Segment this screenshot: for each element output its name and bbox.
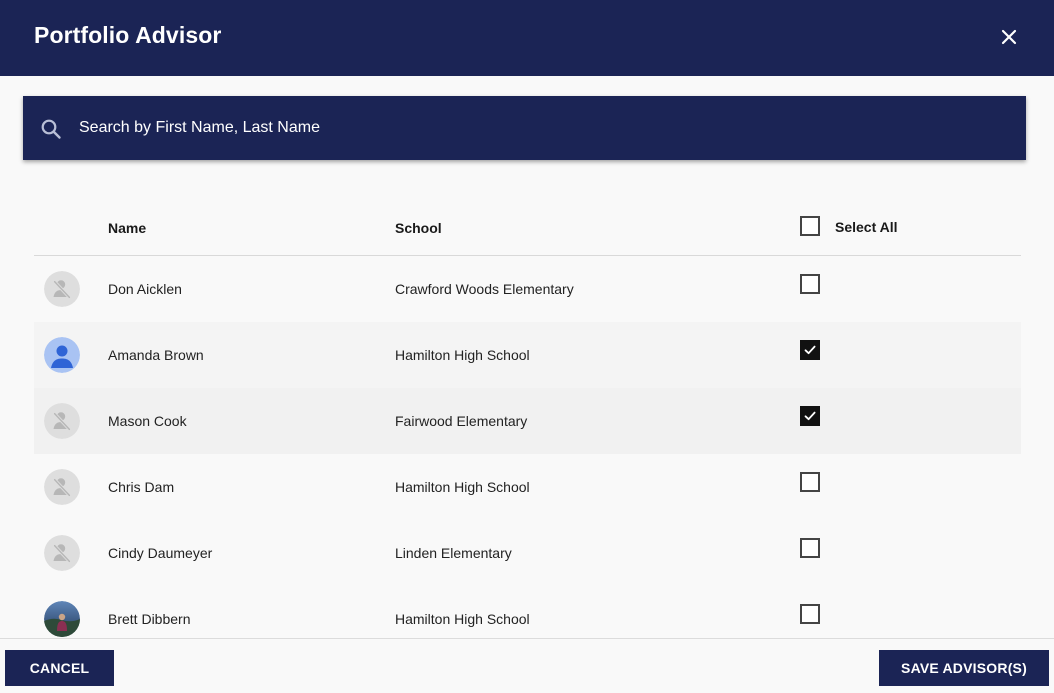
- row-checkbox[interactable]: [800, 472, 820, 492]
- advisor-name: Chris Dam: [108, 479, 175, 495]
- no-photo-icon: [44, 535, 80, 571]
- close-icon: [1001, 29, 1017, 45]
- table-row[interactable]: Brett Dibbern Hamilton High School: [34, 586, 1021, 638]
- advisor-school: Hamilton High School: [395, 347, 530, 363]
- dialog-footer: CANCEL SAVE ADVISOR(S): [0, 638, 1054, 693]
- select-all-label[interactable]: Select All: [835, 219, 898, 235]
- table-row[interactable]: Mason Cook Fairwood Elementary: [34, 388, 1021, 454]
- avatar: [44, 601, 80, 637]
- column-header-name: Name: [108, 220, 147, 236]
- table-row[interactable]: Amanda Brown Hamilton High School: [34, 322, 1021, 388]
- row-checkbox[interactable]: [800, 406, 820, 426]
- no-photo-icon: [44, 271, 80, 307]
- advisor-list: Don Aicklen Crawford Woods Elementary Aman…: [34, 256, 1021, 638]
- search-icon: [41, 119, 61, 139]
- select-all-checkbox[interactable]: [800, 216, 820, 236]
- person-icon: [44, 337, 80, 373]
- advisor-school: Hamilton High School: [395, 611, 530, 627]
- row-checkbox[interactable]: [800, 274, 820, 294]
- dialog-header: Portfolio Advisor: [0, 0, 1054, 76]
- advisor-name: Amanda Brown: [108, 347, 204, 363]
- cancel-button[interactable]: CANCEL: [5, 650, 114, 686]
- close-button[interactable]: [994, 22, 1024, 52]
- advisor-name: Don Aicklen: [108, 281, 182, 297]
- save-advisors-button[interactable]: SAVE ADVISOR(S): [879, 650, 1049, 686]
- row-checkbox[interactable]: [800, 340, 820, 360]
- no-photo-icon: [44, 469, 80, 505]
- dialog-title: Portfolio Advisor: [34, 22, 222, 48]
- portfolio-advisor-dialog: Portfolio Advisor Name School Select All…: [0, 0, 1054, 693]
- advisor-school: Linden Elementary: [395, 545, 512, 561]
- advisor-name: Cindy Daumeyer: [108, 545, 213, 561]
- row-checkbox[interactable]: [800, 604, 820, 624]
- checkmark-icon: [804, 411, 816, 421]
- no-photo-icon: [44, 403, 80, 439]
- advisor-school: Hamilton High School: [395, 479, 530, 495]
- advisor-school: Fairwood Elementary: [395, 413, 528, 429]
- search-input[interactable]: [79, 114, 979, 142]
- table-row[interactable]: Don Aicklen Crawford Woods Elementary: [34, 256, 1021, 322]
- column-header-school: School: [395, 220, 442, 236]
- table-header: Name School Select All: [34, 196, 1021, 256]
- advisor-name: Mason Cook: [108, 413, 187, 429]
- table-row[interactable]: Cindy Daumeyer Linden Elementary: [34, 520, 1021, 586]
- advisor-school: Crawford Woods Elementary: [395, 281, 574, 297]
- row-checkbox[interactable]: [800, 538, 820, 558]
- checkmark-icon: [804, 345, 816, 355]
- advisor-name: Brett Dibbern: [108, 611, 191, 627]
- table-row[interactable]: Chris Dam Hamilton High School: [34, 454, 1021, 520]
